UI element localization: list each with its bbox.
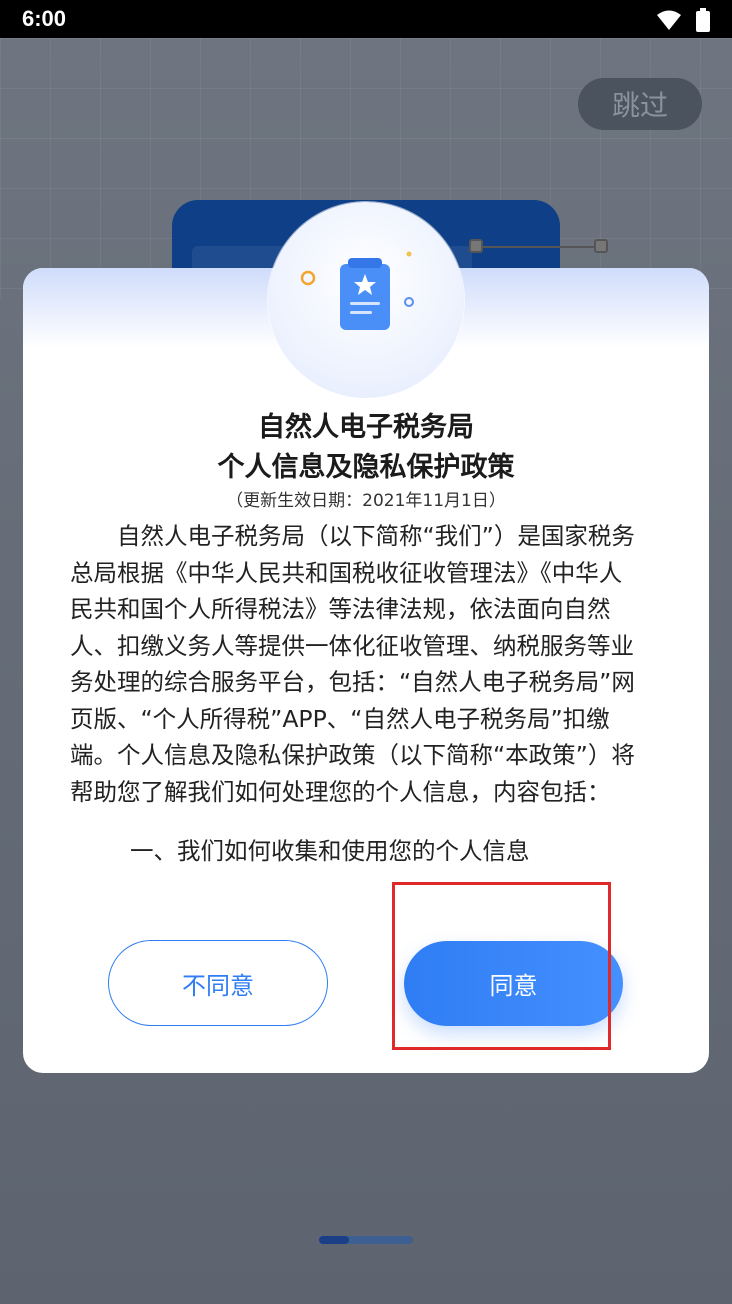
policy-body-line: 页版、“个人所得税”APP、“自然人电子税务局”扣缴 — [70, 704, 610, 733]
policy-title: 自然人电子税务局 个人信息及隐私保护政策 — [0, 408, 732, 488]
policy-body-line: 务处理的综合服务平台，包括：“自然人电子税务局”网 — [70, 668, 635, 696]
policy-title-line: 自然人电子税务局 — [258, 412, 474, 443]
background-node — [594, 239, 608, 253]
policy-document-icon — [300, 251, 414, 330]
wifi-icon — [656, 9, 682, 35]
policy-body-text[interactable]: 自然人电子税务局（以下简称“我们”）是国家税务 总局根据《中华人民共和国税收征收… — [70, 518, 664, 810]
policy-section-link[interactable]: 一、我们如何收集和使用您的个人信息 — [130, 832, 530, 866]
policy-title-line: 个人信息及隐私保护政策 — [217, 452, 515, 483]
policy-body-line: 民共和国个人所得税法》等法律法规，依法面向自然 — [70, 595, 611, 623]
skip-button[interactable]: 跳过 — [578, 78, 702, 130]
policy-update-date: （更新生效日期：2021年11月1日） — [226, 491, 506, 511]
status-bar: 6:00 — [0, 0, 732, 38]
page-indicator — [319, 1236, 413, 1244]
policy-emblem — [268, 202, 464, 398]
page-indicator-active — [319, 1236, 349, 1244]
background-node — [469, 239, 483, 253]
highlight-box — [392, 882, 611, 1050]
policy-body-line: 自然人电子税务局（以下简称“我们”）是国家税务 — [70, 522, 635, 550]
disagree-button[interactable]: 不同意 — [108, 940, 328, 1026]
status-time: 6:00 — [22, 6, 67, 31]
policy-body-line: 帮助您了解我们如何处理您的个人信息，内容包括： — [70, 777, 611, 806]
policy-body-line: 人、扣缴义务人等提供一体化征收管理、纳税服务等业 — [70, 631, 634, 660]
policy-body-line: 总局根据《中华人民共和国税收征收管理法》《中华人 — [70, 558, 623, 587]
battery-icon — [696, 8, 710, 36]
policy-body-line: 端。个人信息及隐私保护政策（以下简称“本政策”）将 — [70, 741, 635, 769]
background-connector-line — [476, 246, 602, 248]
